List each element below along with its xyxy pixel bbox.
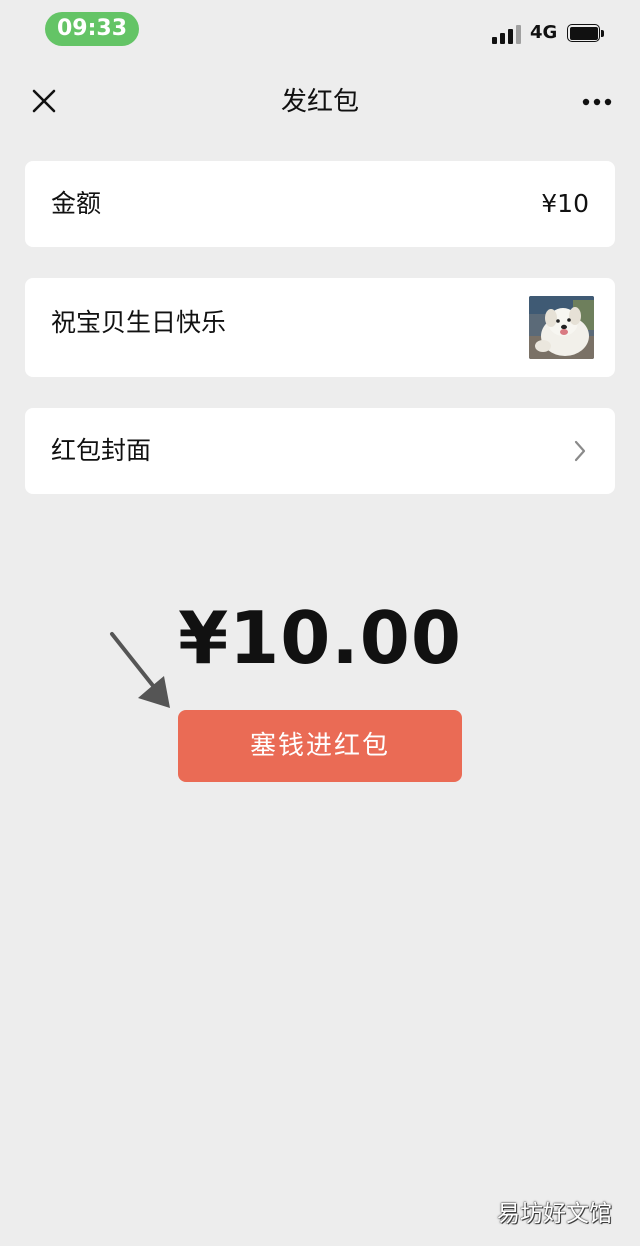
- page-title: 发红包: [280, 87, 359, 117]
- amount-label: 金额: [51, 189, 102, 218]
- nav-bar: 发红包: [0, 62, 640, 142]
- status-bar: 09:33 4G: [0, 0, 640, 62]
- send-red-packet-button[interactable]: 塞钱进红包: [178, 710, 462, 782]
- total-amount: ¥10.00: [178, 596, 462, 680]
- amount-value: ¥10: [541, 189, 589, 218]
- signal-bars-icon: [492, 24, 522, 44]
- blessing-row[interactable]: 祝宝贝生日快乐: [25, 278, 615, 377]
- blessing-text: 祝宝贝生日快乐: [51, 308, 227, 337]
- watermark-text: 易坊好文馆: [497, 1201, 612, 1227]
- more-dots-icon: [582, 98, 612, 106]
- network-type: 4G: [530, 22, 558, 43]
- amount-row[interactable]: 金额 ¥10: [25, 161, 615, 247]
- more-button[interactable]: [576, 82, 620, 122]
- cover-label: 红包封面: [51, 436, 152, 465]
- chevron-right-icon: [574, 440, 586, 462]
- dog-sticker-image[interactable]: [529, 296, 594, 359]
- arrow-pointer-icon: [110, 632, 170, 708]
- status-time: 09:33: [45, 12, 139, 46]
- battery-icon: [567, 24, 604, 42]
- red-packet-cover-row[interactable]: 红包封面: [25, 408, 615, 494]
